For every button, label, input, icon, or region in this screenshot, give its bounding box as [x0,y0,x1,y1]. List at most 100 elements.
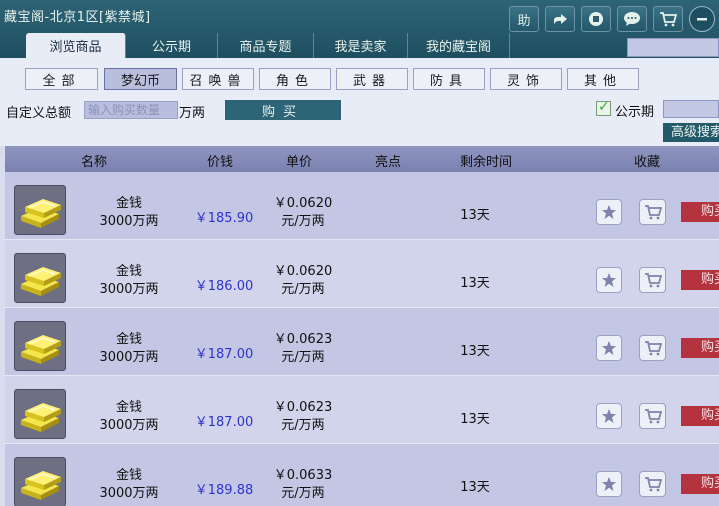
category-armor[interactable]: 防具 [413,68,485,90]
item-name: 金钱 [115,332,142,347]
public-period-checkbox[interactable] [596,99,611,116]
unit-price-suffix: 元/万两 [281,486,325,501]
favorite-star-icon[interactable] [596,403,622,429]
header-unit-price: 单价 [286,155,313,170]
tab-my-treasury[interactable]: 我的藏宝阁 [408,33,510,58]
category-pet[interactable]: 召唤兽 [182,68,254,90]
gold-ingot-icon [14,457,66,506]
header-highlight: 亮点 [375,155,402,170]
public-period-select[interactable] [663,100,719,118]
favorite-star-icon[interactable] [596,199,622,225]
category-weapon[interactable]: 武器 [336,68,408,90]
table-row[interactable]: 金钱 3000万两 ￥187.00 ￥0.0623 元/万两 13天 购买 [5,308,719,376]
item-price: ￥189.88 [194,483,254,498]
header-remaining: 剩余时间 [460,155,513,170]
table-row[interactable]: 金钱 3000万两 ￥185.90 ￥0.0620 元/万两 13天 购买 [5,172,719,240]
item-name-cell: 金钱 3000万两 [85,399,173,435]
remaining-time: 13天 [460,344,490,359]
unit-price-cell: ￥0.0620 元/万两 [263,263,343,299]
item-amount: 3000万两 [99,282,159,297]
unit-price-cell: ￥0.0633 元/万两 [263,467,343,503]
item-name-cell: 金钱 3000万两 [85,467,173,503]
minimize-icon[interactable] [689,6,715,32]
item-price: ￥185.90 [194,211,254,226]
unit-price: ￥0.0623 [273,400,333,415]
tab-topics[interactable]: 商品专题 [218,33,314,58]
item-amount: 3000万两 [99,486,159,501]
row-buy-button[interactable]: 购买 [681,474,719,494]
top-search-input[interactable] [627,38,719,57]
category-character[interactable]: 角色 [259,68,331,90]
table-row[interactable]: 金钱 3000万两 ￥186.00 ￥0.0620 元/万两 13天 购买 [5,240,719,308]
cart-icon[interactable] [653,6,683,32]
item-name-cell: 金钱 3000万两 [85,331,173,367]
tab-public-period[interactable]: 公示期 [126,33,218,58]
category-game-coin[interactable]: 梦幻币 [104,68,177,90]
item-price: ￥186.00 [194,279,254,294]
favorite-star-icon[interactable] [596,267,622,293]
top-bar: 藏宝阁-北京1区[紫禁城] 助 浏览商品 公示期 商品专题 我是卖家 我的藏宝阁 [0,0,719,58]
add-to-cart-icon[interactable] [639,267,666,293]
row-buy-button[interactable]: 购买 [681,202,719,222]
table-row[interactable]: 金钱 3000万两 ￥187.00 ￥0.0623 元/万两 13天 购买 [5,376,719,444]
add-to-cart-icon[interactable] [639,403,666,429]
remaining-time: 13天 [460,276,490,291]
record-icon[interactable] [581,6,611,32]
top-toolbar: 助 [509,6,715,32]
row-buy-button[interactable]: 购买 [681,270,719,290]
unit-price-suffix: 元/万两 [281,418,325,433]
item-price: ￥187.00 [194,415,254,430]
unit-price-suffix: 元/万两 [281,350,325,365]
main-tabs: 浏览商品 公示期 商品专题 我是卖家 我的藏宝阁 [0,33,510,58]
item-name: 金钱 [115,468,142,483]
unit-price-cell: ￥0.0623 元/万两 [263,399,343,435]
buy-amount-unit: 万两 [179,106,206,121]
header-favorite: 收藏 [634,155,661,170]
category-other[interactable]: 其他 [567,68,639,90]
custom-amount-label: 自定义总额 [6,106,72,121]
advanced-search-button[interactable]: 高级搜索 [663,123,719,142]
item-amount: 3000万两 [99,418,159,433]
item-amount: 3000万两 [99,214,159,229]
tab-browse[interactable]: 浏览商品 [26,33,126,58]
row-buy-button[interactable]: 购买 [681,406,719,426]
item-price: ￥187.00 [194,347,254,362]
window-title: 藏宝阁-北京1区[紫禁城] [4,10,151,25]
category-accessory[interactable]: 灵饰 [490,68,562,90]
gold-ingot-icon [14,185,66,235]
unit-price: ￥0.0623 [273,332,333,347]
item-name-cell: 金钱 3000万两 [85,195,173,231]
unit-price-cell: ￥0.0620 元/万两 [263,195,343,231]
unit-price-cell: ￥0.0623 元/万两 [263,331,343,367]
add-to-cart-icon[interactable] [639,335,666,361]
add-to-cart-icon[interactable] [639,471,666,497]
tab-seller[interactable]: 我是卖家 [314,33,408,58]
listing-table: 金钱3000万两￥185.90￥0.0620元/万两13天购买金钱3000万两￥… [5,172,719,506]
remaining-time: 13天 [460,412,490,427]
share-icon[interactable] [545,6,575,32]
unit-price: ￥0.0620 [273,264,333,279]
buy-button[interactable]: 购买 [225,100,341,120]
gold-ingot-icon [14,253,66,303]
unit-price: ￥0.0620 [273,196,333,211]
public-period-label: 公示期 [615,105,655,120]
category-bar: 全部 梦幻币 召唤兽 角色 武器 防具 灵饰 其他 [0,58,719,98]
favorite-star-icon[interactable] [596,471,622,497]
table-row[interactable]: 金钱 3000万两 ￥189.88 ￥0.0633 元/万两 13天 购买 [5,444,719,506]
remaining-time: 13天 [460,208,490,223]
category-all[interactable]: 全部 [25,68,98,90]
unit-price-suffix: 元/万两 [281,214,325,229]
add-to-cart-icon[interactable] [639,199,666,225]
favorite-star-icon[interactable] [596,335,622,361]
help-icon[interactable]: 助 [509,6,539,32]
unit-price: ￥0.0633 [273,468,333,483]
custom-buy-bar: 自定义总额 输入购买数量 万两 购买 公示期 高级搜索 [0,98,719,146]
buy-amount-input[interactable]: 输入购买数量 [84,101,178,119]
header-price: 价钱 [207,155,234,170]
row-buy-button[interactable]: 购买 [681,338,719,358]
table-header: 名称 价钱 单价 亮点 剩余时间 收藏 [5,146,719,172]
item-name: 金钱 [115,196,142,211]
item-name: 金钱 [115,264,142,279]
chat-icon[interactable] [617,6,647,32]
remaining-time: 13天 [460,480,490,495]
